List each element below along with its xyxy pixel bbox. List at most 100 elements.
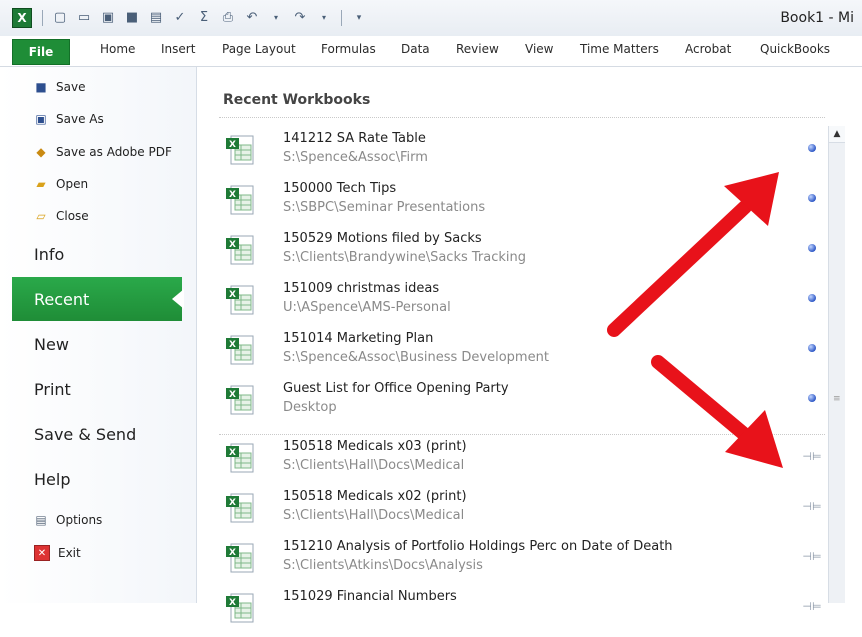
folder-open-icon: ▰ bbox=[36, 177, 46, 191]
nav-exit-label: Exit bbox=[58, 546, 81, 560]
save-icon: ■ bbox=[35, 80, 47, 94]
open-icon[interactable]: ▭ bbox=[77, 11, 91, 25]
spelling-icon[interactable]: ✓ bbox=[173, 11, 187, 25]
workbook-path: S:\Clients\Brandywine\Sacks Tracking bbox=[283, 250, 526, 265]
adobe-pdf-icon: ◆ bbox=[36, 145, 46, 159]
excel-workbook-icon: X bbox=[226, 335, 254, 365]
unpinned-pin-icon[interactable]: ⊣⊨ bbox=[802, 599, 821, 613]
nav-close-label: Close bbox=[56, 209, 89, 223]
redo-icon[interactable]: ↷ bbox=[293, 11, 307, 25]
nav-close[interactable]: ▱ Close bbox=[34, 209, 89, 223]
save-icon[interactable]: ■ bbox=[125, 11, 139, 25]
ribbon-tabs: File Home Insert Page Layout Formulas Da… bbox=[0, 36, 862, 67]
scroll-up-arrow-icon[interactable]: ▲ bbox=[829, 126, 845, 143]
nav-tab-new[interactable]: New bbox=[34, 335, 69, 354]
workbook-path: S:\Clients\Hall\Docs\Medical bbox=[283, 508, 465, 523]
recent-workbook-item[interactable]: X 150529 Motions filed by Sacks S:\Clients… bbox=[225, 229, 825, 279]
pinned-icon[interactable] bbox=[805, 141, 819, 155]
nav-save[interactable]: ■ Save bbox=[34, 80, 85, 94]
recent-workbook-item[interactable]: X 151009 christmas ideas U:\ASpence\AMS-Pe… bbox=[225, 279, 825, 329]
excel-workbook-icon: X bbox=[226, 593, 254, 623]
tab-file[interactable]: File bbox=[12, 39, 70, 65]
pinned-icon[interactable] bbox=[805, 341, 819, 355]
nav-save-as[interactable]: ▣ Save As bbox=[34, 112, 104, 126]
redo-dropdown-icon[interactable]: ▾ bbox=[317, 11, 331, 25]
nav-open[interactable]: ▰ Open bbox=[34, 177, 88, 191]
print-preview-icon[interactable]: ▤ bbox=[149, 11, 163, 25]
tab-home[interactable]: Home bbox=[100, 42, 135, 56]
save-as-icon[interactable]: ▣ bbox=[101, 11, 115, 25]
workbook-name: Guest List for Office Opening Party bbox=[283, 381, 509, 396]
backstage-nav: ■ Save ▣ Save As ◆ Save as Adobe PDF ▰ O… bbox=[0, 67, 197, 603]
print-icon[interactable]: ⎙ bbox=[221, 11, 235, 25]
divider bbox=[219, 434, 825, 435]
excel-workbook-icon: X bbox=[226, 443, 254, 473]
excel-workbook-icon: X bbox=[226, 493, 254, 523]
customize-icon[interactable]: ▾ bbox=[352, 11, 366, 25]
toolbar-separator bbox=[341, 10, 342, 26]
scrollbar[interactable]: ▲ ≡ bbox=[828, 126, 845, 603]
tab-insert[interactable]: Insert bbox=[161, 42, 195, 56]
nav-options[interactable]: ▤ Options bbox=[34, 513, 102, 527]
recent-workbook-item[interactable]: X Guest List for Office Opening Party Desk… bbox=[225, 379, 825, 429]
nav-save-as-adobe-pdf[interactable]: ◆ Save as Adobe PDF bbox=[34, 145, 172, 159]
svg-text:X: X bbox=[229, 390, 236, 400]
svg-text:X: X bbox=[229, 140, 236, 150]
workbook-name: 151210 Analysis of Portfolio Holdings Pe… bbox=[283, 539, 673, 554]
recent-workbook-item[interactable]: X 141212 SA Rate Table S:\Spence&Assoc\Fir… bbox=[225, 129, 825, 179]
nav-open-label: Open bbox=[56, 177, 89, 191]
nav-tab-save-send[interactable]: Save & Send bbox=[34, 425, 136, 444]
svg-text:X: X bbox=[229, 240, 236, 250]
tab-review[interactable]: Review bbox=[456, 42, 499, 56]
nav-save-as-adobe-pdf-label: Save as Adobe PDF bbox=[56, 145, 172, 159]
workbook-name: 150518 Medicals x03 (print) bbox=[283, 439, 467, 454]
unpinned-pin-icon[interactable]: ⊣⊨ bbox=[802, 449, 821, 463]
new-icon[interactable]: ▢ bbox=[53, 11, 67, 25]
recent-workbook-item[interactable]: X 150518 Medicals x02 (print) S:\Clients\H… bbox=[225, 487, 825, 537]
excel-logo-icon[interactable]: X bbox=[12, 8, 32, 28]
tab-formulas[interactable]: Formulas bbox=[321, 42, 376, 56]
workbook-path: Desktop bbox=[283, 400, 337, 415]
nav-tab-recent[interactable]: Recent bbox=[12, 277, 184, 321]
svg-text:X: X bbox=[229, 340, 236, 350]
svg-text:X: X bbox=[229, 290, 236, 300]
nav-tab-info[interactable]: Info bbox=[34, 245, 64, 264]
undo-dropdown-icon[interactable]: ▾ bbox=[269, 11, 283, 25]
unpinned-pin-icon[interactable]: ⊣⊨ bbox=[802, 549, 821, 563]
tab-view[interactable]: View bbox=[525, 42, 553, 56]
nav-save-label: Save bbox=[56, 80, 86, 94]
svg-text:X: X bbox=[229, 548, 236, 558]
workbook-name: 141212 SA Rate Table bbox=[283, 131, 426, 146]
recent-workbook-item[interactable]: X 151029 Financial Numbers ⊣⊨ bbox=[225, 587, 825, 637]
tab-acrobat[interactable]: Acrobat bbox=[685, 42, 731, 56]
window-title: Book1 - Mi bbox=[780, 10, 854, 26]
recent-workbook-item[interactable]: X 150518 Medicals x03 (print) S:\Clients\H… bbox=[225, 437, 825, 487]
nav-tab-help[interactable]: Help bbox=[34, 470, 70, 489]
workbook-path: U:\ASpence\AMS-Personal bbox=[283, 300, 451, 315]
exit-icon: ✕ bbox=[34, 545, 50, 561]
pinned-icon[interactable] bbox=[805, 391, 819, 405]
recent-workbook-item[interactable]: X 151210 Analysis of Portfolio Holdings P… bbox=[225, 537, 825, 587]
nav-tab-print[interactable]: Print bbox=[34, 380, 71, 399]
workbook-path: S:\Clients\Hall\Docs\Medical bbox=[283, 458, 465, 473]
pinned-icon[interactable] bbox=[805, 291, 819, 305]
undo-icon[interactable]: ↶ bbox=[245, 11, 259, 25]
tab-time-matters[interactable]: Time Matters bbox=[580, 42, 659, 56]
save-as-icon: ▣ bbox=[35, 112, 47, 126]
svg-text:X: X bbox=[229, 598, 236, 608]
recent-workbook-item[interactable]: X 151014 Marketing Plan S:\Spence&Assoc\Bu… bbox=[225, 329, 825, 379]
workbook-name: 150518 Medicals x02 (print) bbox=[283, 489, 467, 504]
pinned-icon[interactable] bbox=[805, 241, 819, 255]
unpinned-pin-icon[interactable]: ⊣⊨ bbox=[802, 499, 821, 513]
workbook-path: S:\SBPC\Seminar Presentations bbox=[283, 200, 486, 215]
tab-page-layout[interactable]: Page Layout bbox=[222, 42, 296, 56]
recent-workbook-item[interactable]: X 150000 Tech Tips S:\SBPC\Seminar Present… bbox=[225, 179, 825, 229]
nav-exit[interactable]: ✕ Exit bbox=[34, 545, 81, 561]
recent-workbooks-pane: Recent Workbooks X 141212 SA Rate Table S:… bbox=[197, 67, 862, 623]
nav-save-as-label: Save As bbox=[56, 112, 104, 126]
tab-data[interactable]: Data bbox=[401, 42, 430, 56]
sum-icon[interactable]: Σ bbox=[197, 11, 211, 25]
excel-workbook-icon: X bbox=[226, 385, 254, 415]
pinned-icon[interactable] bbox=[805, 191, 819, 205]
tab-quickbooks[interactable]: QuickBooks bbox=[760, 42, 830, 56]
